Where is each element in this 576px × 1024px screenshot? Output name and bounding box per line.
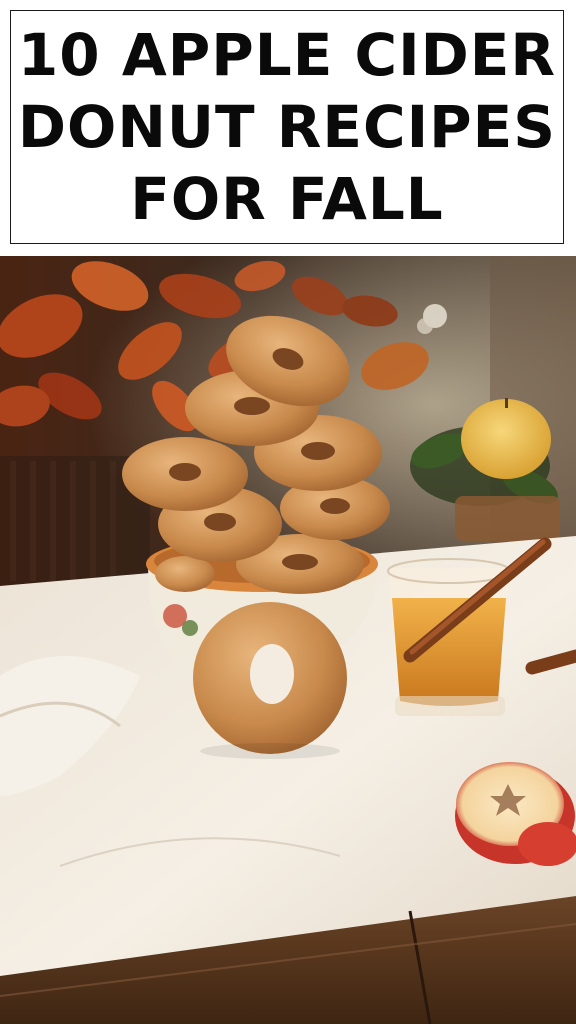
title-panel: 10 APPLE CIDER DONUT RECIPES FOR FALL — [0, 0, 576, 256]
donut-photo — [0, 256, 576, 1024]
title-frame: 10 APPLE CIDER DONUT RECIPES FOR FALL — [10, 10, 564, 244]
yellow-apple — [461, 399, 551, 479]
pin-title: 10 APPLE CIDER DONUT RECIPES FOR FALL — [17, 21, 557, 233]
